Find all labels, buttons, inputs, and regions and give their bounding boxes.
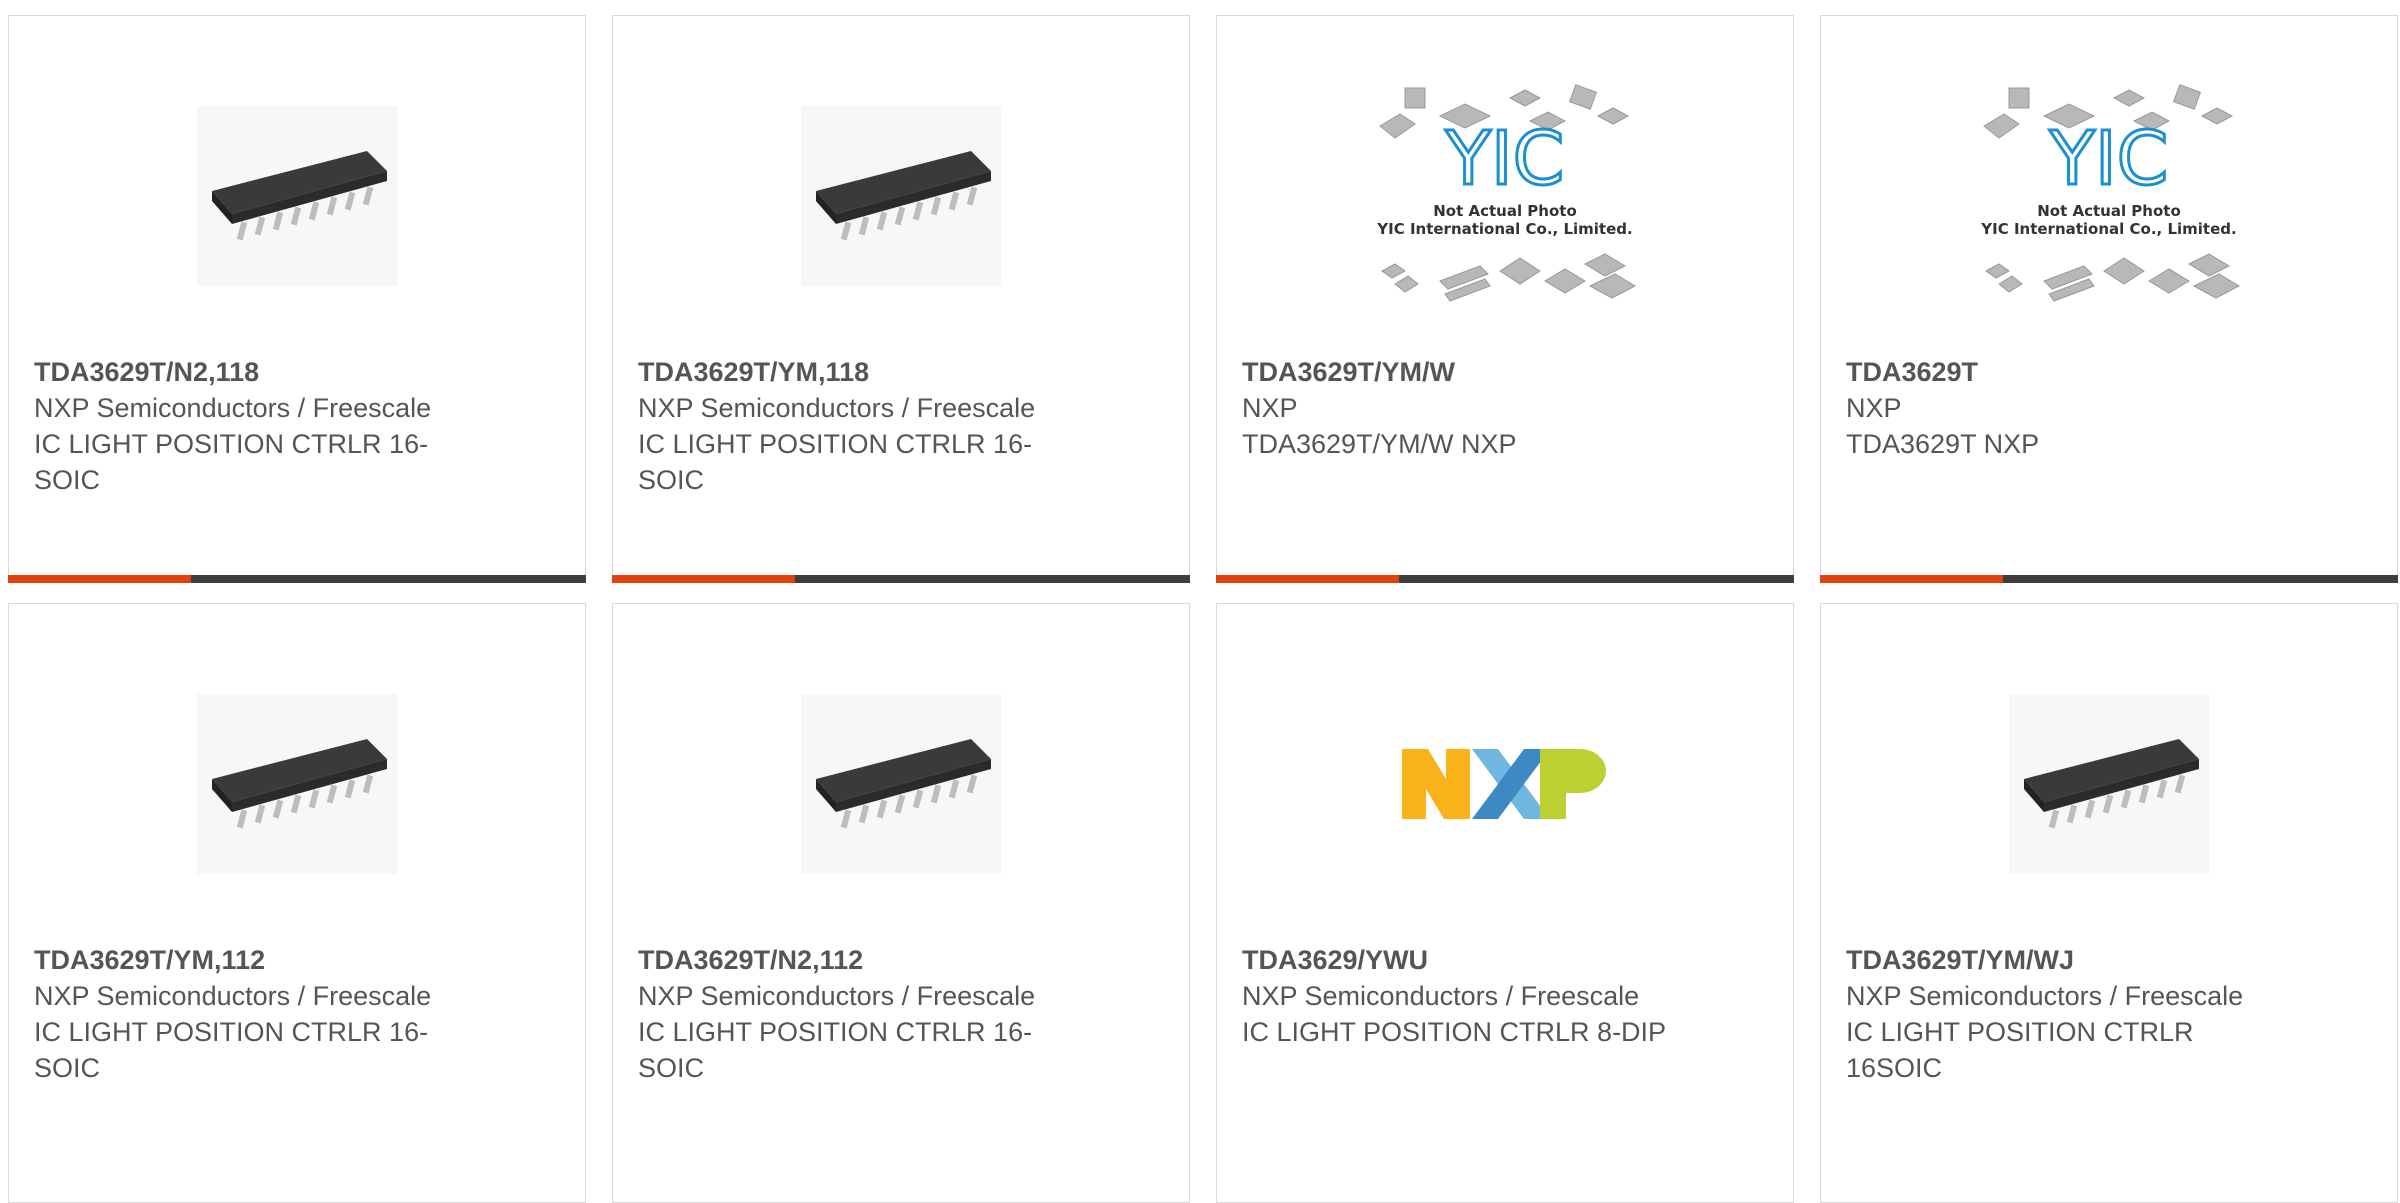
card-bottom-bar	[612, 575, 1190, 583]
manufacturer: NXP	[1846, 393, 1902, 423]
product-card[interactable]: YIC Not Actual Photo YIC International C…	[1216, 15, 1794, 583]
part-number[interactable]: TDA3629/YWU	[1242, 942, 1702, 978]
description: TDA3629T/YM/W NXP	[1242, 429, 1517, 459]
product-info: TDA3629T/YM,112 NXP Semiconductors / Fre…	[34, 942, 494, 1086]
placeholder-caption-2: YIC International Co., Limited.	[1980, 220, 2236, 238]
product-info: TDA3629/YWU NXP Semiconductors / Freesca…	[1242, 942, 1702, 1050]
description: IC LIGHT POSITION CTRLR 16-SOIC	[34, 429, 429, 495]
card-accent-bar	[8, 575, 191, 583]
product-info: TDA3629T NXP TDA3629T NXP	[1846, 354, 2306, 462]
description: IC LIGHT POSITION CTRLR 8-DIP	[1242, 1017, 1667, 1047]
card-accent-bar	[1820, 575, 2003, 583]
product-image[interactable]	[1217, 674, 1793, 894]
part-number[interactable]: TDA3629T/N2,112	[638, 942, 1098, 978]
description: IC LIGHT POSITION CTRLR 16-SOIC	[34, 1017, 429, 1083]
soic-chip-icon	[801, 694, 1001, 874]
product-image[interactable]	[9, 674, 585, 894]
product-image[interactable]	[613, 674, 1189, 894]
card-accent-bar	[1216, 575, 1399, 583]
part-number[interactable]: TDA3629T/N2,118	[34, 354, 494, 390]
yic-logo: YIC	[2049, 116, 2169, 202]
soic-chip-icon	[197, 106, 397, 286]
product-image[interactable]: YIC Not Actual Photo YIC International C…	[1217, 84, 1793, 306]
manufacturer: NXP Semiconductors / Freescale	[34, 393, 432, 423]
manufacturer: NXP Semiconductors / Freescale	[638, 981, 1036, 1011]
soic-chip-icon	[801, 106, 1001, 286]
product-card[interactable]: TDA3629T/YM/WJ NXP Semiconductors / Free…	[1820, 603, 2398, 1203]
nxp-logo-icon	[1402, 749, 1606, 819]
product-image[interactable]	[9, 86, 585, 306]
product-image[interactable]	[613, 86, 1189, 306]
description: TDA3629T NXP	[1846, 429, 2040, 459]
manufacturer: NXP Semiconductors / Freescale	[1846, 981, 2244, 1011]
placeholder-caption-1: Not Actual Photo	[2037, 202, 2181, 220]
card-bottom-bar	[1216, 575, 1794, 583]
soic-chip-icon	[2009, 694, 2209, 874]
product-card[interactable]: TDA3629T/YM,118 NXP Semiconductors / Fre…	[612, 15, 1190, 583]
description: IC LIGHT POSITION CTRLR 16SOIC	[1846, 1017, 2194, 1083]
product-card[interactable]: YIC Not Actual Photo YIC International C…	[1820, 15, 2398, 583]
card-accent-bar	[612, 575, 795, 583]
not-actual-photo-icon: YIC Not Actual Photo YIC International C…	[1980, 84, 2241, 302]
part-number[interactable]: TDA3629T/YM/W	[1242, 354, 1702, 390]
product-image[interactable]: YIC Not Actual Photo YIC International C…	[1821, 84, 2397, 306]
not-actual-photo-icon: YIC Not Actual Photo YIC International C…	[1376, 84, 1637, 302]
placeholder-caption-1: Not Actual Photo	[1433, 202, 1577, 220]
manufacturer: NXP Semiconductors / Freescale	[1242, 981, 1640, 1011]
product-card[interactable]: TDA3629/YWU NXP Semiconductors / Freesca…	[1216, 603, 1794, 1203]
card-bottom-bar	[1820, 575, 2398, 583]
product-info: TDA3629T/YM,118 NXP Semiconductors / Fre…	[638, 354, 1098, 498]
description: IC LIGHT POSITION CTRLR 16-SOIC	[638, 429, 1033, 495]
part-number[interactable]: TDA3629T/YM,112	[34, 942, 494, 978]
product-info: TDA3629T/YM/W NXP TDA3629T/YM/W NXP	[1242, 354, 1702, 462]
product-info: TDA3629T/N2,112 NXP Semiconductors / Fre…	[638, 942, 1098, 1086]
part-number[interactable]: TDA3629T/YM/WJ	[1846, 942, 2306, 978]
part-number[interactable]: TDA3629T	[1846, 354, 2306, 390]
product-info: TDA3629T/N2,118 NXP Semiconductors / Fre…	[34, 354, 494, 498]
description: IC LIGHT POSITION CTRLR 16-SOIC	[638, 1017, 1033, 1083]
manufacturer: NXP Semiconductors / Freescale	[34, 981, 432, 1011]
product-card[interactable]: TDA3629T/N2,112 NXP Semiconductors / Fre…	[612, 603, 1190, 1203]
product-grid: TDA3629T/N2,118 NXP Semiconductors / Fre…	[8, 15, 2400, 1203]
product-card[interactable]: TDA3629T/N2,118 NXP Semiconductors / Fre…	[8, 15, 586, 583]
part-number[interactable]: TDA3629T/YM,118	[638, 354, 1098, 390]
placeholder-caption-2: YIC International Co., Limited.	[1376, 220, 1632, 238]
manufacturer: NXP Semiconductors / Freescale	[638, 393, 1036, 423]
soic-chip-icon	[197, 694, 397, 874]
manufacturer: NXP	[1242, 393, 1298, 423]
card-bottom-bar	[8, 575, 586, 583]
yic-logo: YIC	[1445, 116, 1565, 202]
product-card[interactable]: TDA3629T/YM,112 NXP Semiconductors / Fre…	[8, 603, 586, 1203]
product-image[interactable]	[1821, 674, 2397, 894]
product-info: TDA3629T/YM/WJ NXP Semiconductors / Free…	[1846, 942, 2306, 1086]
